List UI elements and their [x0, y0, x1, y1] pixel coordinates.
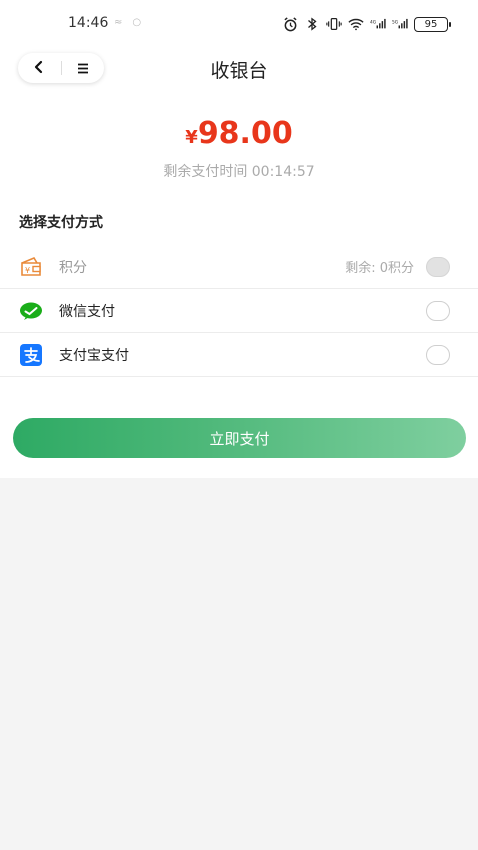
wifi-icon — [348, 17, 364, 31]
wechat-pay-label: 微信支付 — [59, 303, 115, 320]
points-radio[interactable] — [426, 256, 450, 277]
remaining-time: 剩余支付时间 00:14:57 — [163, 164, 315, 180]
payment-option-wechat[interactable]: 微信支付 — [0, 289, 478, 333]
signal-4g-icon: 4G — [370, 17, 386, 31]
points-balance: 剩余: 0积分 — [345, 261, 414, 276]
status-bar: 14:46 ≈○ 4G 5G 95 — [0, 0, 478, 50]
status-time: 14:46 — [68, 15, 109, 31]
currency-symbol: ¥ — [185, 127, 198, 148]
bluetooth-icon — [304, 17, 320, 31]
status-icons: 4G 5G 95 — [282, 14, 451, 34]
wechat-pay-icon — [19, 299, 43, 323]
notification-icons: ≈○ — [114, 17, 152, 28]
battery-level: 95 — [424, 18, 438, 30]
payment-option-points[interactable]: ¥ 积分 剩余: 0积分 — [0, 245, 478, 289]
alipay-icon — [19, 343, 43, 367]
payment-option-alipay[interactable]: 支付宝支付 — [0, 333, 478, 377]
wechat-pay-radio[interactable] — [426, 300, 450, 321]
svg-text:¥: ¥ — [25, 266, 30, 275]
signal-5g-icon: 5G — [392, 17, 408, 31]
points-label: 积分 — [59, 259, 87, 276]
page-title: 收银台 — [210, 60, 268, 82]
vibrate-icon — [326, 17, 342, 31]
amount-value: 98.00 — [197, 116, 293, 151]
svg-text:5G: 5G — [392, 19, 399, 25]
battery-icon: 95 — [414, 16, 451, 32]
svg-text:4G: 4G — [370, 19, 377, 25]
payment-section-title: 选择支付方式 — [19, 215, 103, 231]
alipay-label: 支付宝支付 — [59, 347, 129, 364]
alarm-icon — [282, 16, 298, 31]
alipay-radio[interactable] — [426, 344, 450, 365]
order-amount: ¥98.00 — [0, 116, 478, 151]
pay-now-button[interactable]: 立即支付 — [13, 418, 466, 458]
points-wallet-icon: ¥ — [19, 255, 43, 279]
